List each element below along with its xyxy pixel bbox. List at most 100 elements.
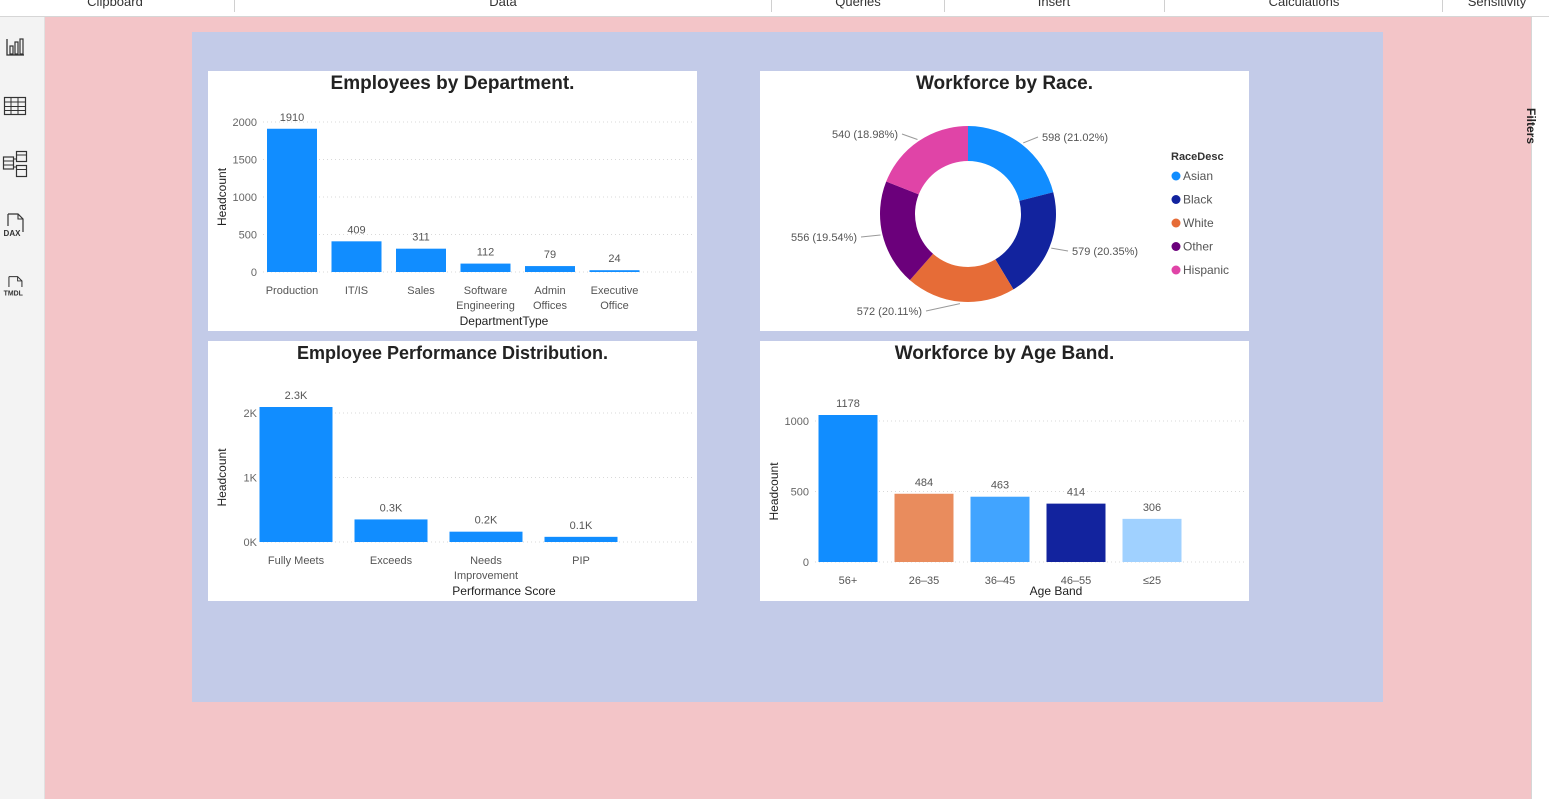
ribbon-group-queries[interactable]: Queries [808,0,908,16]
x-tick-label: Software [464,285,507,297]
x-tick-label: Fully Meets [268,555,325,567]
data-label: 409 [347,224,365,236]
data-label: 311 [412,232,430,244]
slice-data-label: 579 (20.35%) [1072,246,1138,258]
data-label: 0.2K [475,515,498,527]
legend-marker [1171,195,1181,204]
dax-icon: DAX [4,213,24,238]
x-tick-label: 36–45 [985,575,1016,587]
bar[interactable] [354,519,428,542]
slice-data-label: 598 (21.02%) [1042,132,1108,144]
ribbon-divider [1164,0,1165,12]
bar[interactable] [1122,518,1182,562]
slice-data-label: 572 (20.11%) [857,306,922,318]
data-label: 306 [1143,502,1161,514]
legend-item[interactable]: Hispanic [1183,263,1229,277]
ribbon-group-sensitivity[interactable]: Sensitivity [1452,0,1542,16]
y-tick-label: 1000 [233,192,257,204]
tmdl-icon: TMDL [4,276,24,298]
report-view-button[interactable] [2,34,28,60]
bar[interactable] [525,266,575,272]
table-grid-icon [3,96,27,116]
x-tick-label: Improvement [454,570,518,582]
legend-marker [1171,265,1181,275]
table-view-button[interactable] [2,93,28,119]
dax-icon-label: DAX [4,229,22,238]
y-tick-label: 0K [244,537,258,549]
employees-by-department-chart: 0 500 1000 1500 2000 Headcount 1910 Production 4… [215,112,693,328]
x-tick-label: IT/IS [345,285,368,297]
ribbon-divider [234,0,235,12]
legend-item[interactable]: Other [1183,240,1213,254]
legend-marker [1171,171,1181,181]
bar[interactable] [589,270,640,272]
legend-marker [1171,218,1181,228]
bar[interactable] [1046,503,1106,562]
data-label: 24 [608,253,620,265]
employee-performance-chart: 0K 1K 2K Headcount 2.3K Fully Meets 0.3K Exceed… [215,390,693,598]
bar[interactable] [259,407,333,542]
donut-slice[interactable] [886,126,968,195]
bar[interactable] [396,248,446,272]
leader-line [901,133,918,141]
filters-pane-label[interactable]: Filters [1524,108,1538,144]
data-label: 1178 [836,398,860,410]
ribbon-group-insert[interactable]: Insert [1004,0,1104,16]
bar[interactable] [970,496,1030,562]
legend-item[interactable]: Black [1183,193,1213,207]
data-label: 2.3K [285,390,308,402]
bar[interactable] [267,128,317,272]
ribbon-group-clipboard[interactable]: Clipboard [60,0,170,16]
x-tick-label: Admin [534,285,565,297]
data-label: 0.1K [570,520,593,532]
legend-item[interactable]: White [1183,216,1214,230]
x-tick-label: 56+ [839,575,858,587]
x-tick-label: ≤25 [1143,575,1161,587]
data-label: 1910 [280,112,304,124]
legend-item[interactable]: Asian [1183,169,1213,183]
y-tick-label: 1500 [233,155,257,167]
leader-line [1023,136,1039,144]
model-view-button[interactable] [2,150,28,178]
employee-performance-visual[interactable]: Employee Performance Distribution. 0K 1K 2… [208,341,697,601]
view-switcher-bar: DAX TMDL [0,17,45,799]
workforce-by-race-visual[interactable]: Workforce by Race. 598 (21.02%) 579 (20.3… [760,71,1249,331]
leader-line [860,234,881,238]
y-tick-label: 1000 [785,416,809,428]
x-tick-label: Office [600,300,629,312]
y-tick-label: 2000 [233,117,257,129]
y-tick-label: 0 [803,557,809,569]
data-label: 484 [915,477,933,489]
slice-data-label: 556 (19.54%) [791,232,857,244]
ribbon-group-calculations[interactable]: Calculations [1244,0,1364,16]
x-tick-label: Executive [591,285,639,297]
report-canvas: Employees by Department. 0 500 1000 1500 200… [192,32,1383,702]
tmdl-view-button[interactable]: TMDL [2,274,28,300]
bar[interactable] [544,536,618,542]
data-label: 0.3K [380,502,403,514]
workforce-by-age-band-visual[interactable]: Workforce by Age Band. 0 500 1000 Headcount… [760,341,1249,601]
employees-by-department-visual[interactable]: Employees by Department. 0 500 1000 1500 200… [208,71,697,331]
bar[interactable] [331,241,382,272]
tmdl-icon-label: TMDL [4,291,24,298]
x-tick-label: Needs [470,555,502,567]
x-tick-label: Engineering [456,300,515,312]
bar[interactable] [818,415,878,562]
data-label: 414 [1067,487,1085,499]
bar[interactable] [449,531,523,542]
x-axis-label: Age Band [1030,584,1083,598]
bar[interactable] [894,493,954,562]
ribbon-group-data[interactable]: Data [453,0,553,16]
y-tick-label: 2K [244,408,258,420]
dax-query-view-button[interactable]: DAX [2,213,28,239]
data-label: 463 [991,480,1009,492]
y-tick-label: 500 [239,230,257,242]
data-label: 79 [544,249,556,261]
bar[interactable] [460,263,511,272]
model-diagram-icon [2,150,28,178]
y-tick-label: 1K [244,473,258,485]
donut-slice[interactable] [968,126,1054,201]
x-tick-label: Exceeds [370,555,413,567]
x-tick-label: Offices [533,300,568,312]
x-tick-label: PIP [572,555,590,567]
